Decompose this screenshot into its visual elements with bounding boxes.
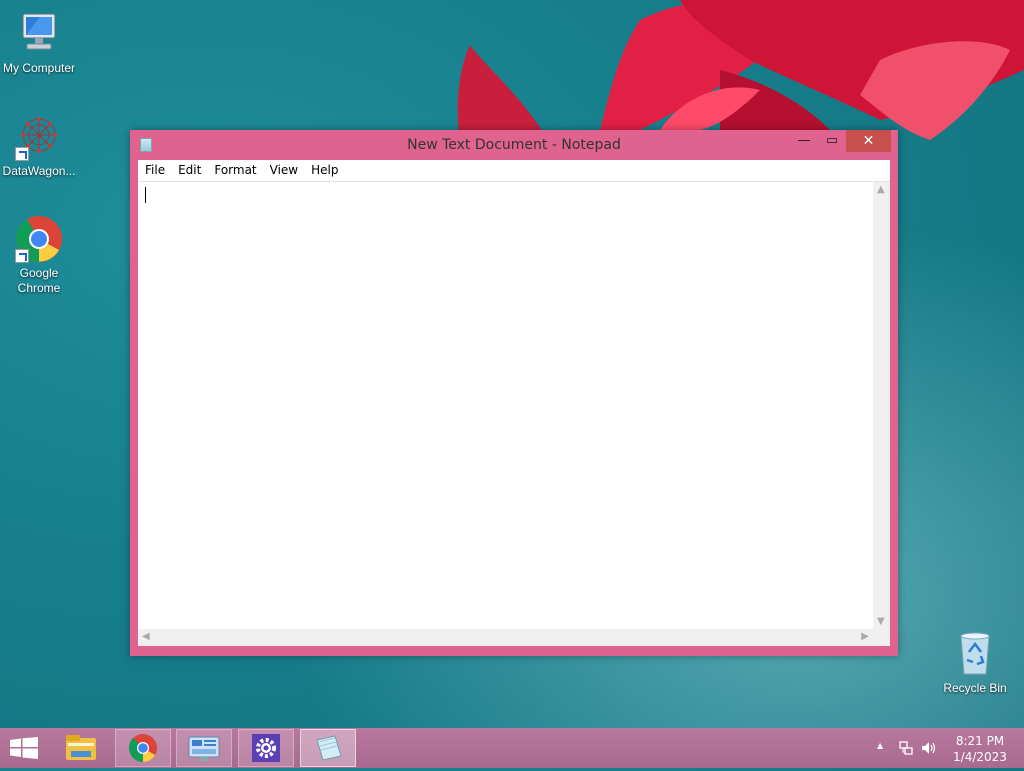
taskbar-clock[interactable]: 8:21 PM 1/4/2023 [940, 733, 1020, 765]
menu-format[interactable]: Format [207, 160, 262, 177]
horizontal-scrollbar[interactable]: ◀ ▶ [138, 629, 873, 646]
maximize-button[interactable]: ▭ [818, 130, 846, 152]
file-explorer-icon [66, 735, 96, 760]
text-caret [145, 187, 146, 203]
settings-gear-icon [252, 734, 280, 762]
resize-grip-icon[interactable] [873, 629, 890, 646]
scroll-up-arrow-icon[interactable]: ▲ [877, 184, 885, 195]
control-panel-icon [188, 736, 220, 761]
scroll-down-arrow-icon[interactable]: ▼ [877, 616, 885, 627]
window-titlebar[interactable]: New Text Document - Notepad — ▭ ✕ [130, 130, 898, 160]
chrome-icon [129, 734, 157, 762]
desktop-icon-datawagon[interactable]: DataWagon... [0, 113, 79, 179]
notepad-window[interactable]: New Text Document - Notepad — ▭ ✕ File Ed… [130, 130, 898, 656]
menu-bar: File Edit Format View Help [138, 160, 890, 182]
clock-date: 1/4/2023 [953, 750, 1007, 764]
menu-edit[interactable]: Edit [171, 160, 207, 177]
menu-file[interactable]: File [138, 160, 171, 177]
start-button[interactable] [10, 737, 38, 759]
datawagon-icon [15, 113, 63, 161]
text-editor-area[interactable] [138, 182, 873, 629]
vertical-scrollbar[interactable]: ▲ ▼ [873, 182, 890, 629]
minimize-button[interactable]: — [790, 130, 818, 152]
windows-logo-icon [10, 737, 38, 759]
shortcut-arrow-icon [15, 249, 29, 263]
notepad-icon [316, 735, 342, 761]
clock-time: 8:21 PM [955, 734, 1005, 748]
shortcut-arrow-icon [15, 147, 29, 161]
menu-view[interactable]: View [263, 160, 304, 177]
desktop-icon-label: DataWagon... [2, 164, 76, 178]
menu-help[interactable]: Help [304, 160, 344, 177]
taskbar: ▲ 8:21 PM 1/4/2023 [0, 728, 1024, 768]
taskbar-file-explorer[interactable] [53, 729, 109, 767]
show-hidden-icons-icon[interactable]: ▲ [877, 741, 883, 750]
taskbar-chrome[interactable] [115, 729, 171, 767]
recycle-bin-icon [951, 630, 999, 678]
taskbar-control-panel[interactable] [176, 729, 232, 767]
network-icon[interactable] [898, 740, 914, 756]
desktop-icon-label: Google Chrome [17, 266, 61, 295]
scroll-right-arrow-icon[interactable]: ▶ [861, 631, 869, 642]
computer-icon [15, 10, 63, 58]
desktop-icon-google-chrome[interactable]: Google Chrome [0, 215, 79, 296]
desktop-icon-recycle-bin[interactable]: Recycle Bin [935, 630, 1015, 696]
chrome-icon [15, 215, 63, 263]
volume-icon[interactable] [920, 740, 938, 756]
scroll-left-arrow-icon[interactable]: ◀ [142, 631, 150, 642]
taskbar-notepad[interactable] [300, 729, 356, 767]
desktop-icon-label: Recycle Bin [943, 681, 1007, 695]
close-button[interactable]: ✕ [846, 130, 891, 152]
window-title: New Text Document - Notepad [407, 137, 621, 153]
taskbar-settings[interactable] [238, 729, 294, 767]
desktop-icon-my-computer[interactable]: My Computer [0, 10, 79, 76]
system-tray: ▲ [870, 728, 940, 768]
desktop-icon-label: My Computer [2, 61, 76, 75]
